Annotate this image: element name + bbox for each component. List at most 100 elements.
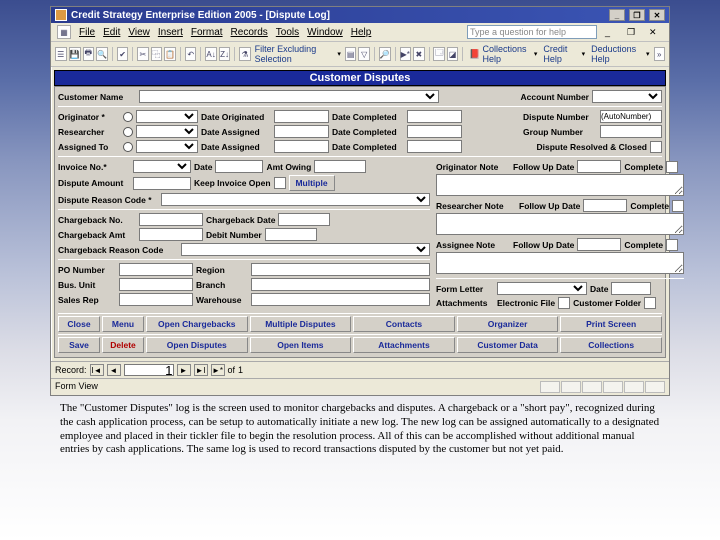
open-chargebacks-button[interactable]: Open Chargebacks — [146, 316, 248, 332]
credit-help-button[interactable]: Credit Help — [541, 44, 587, 64]
originator-note-input[interactable] — [436, 174, 684, 196]
menu-window[interactable]: Window — [307, 27, 343, 38]
date-completed-2-input[interactable] — [407, 125, 462, 138]
toolbar-overflow-icon[interactable]: » — [654, 47, 666, 61]
region-input[interactable] — [251, 263, 430, 276]
originator-input[interactable] — [136, 110, 198, 123]
view-icon[interactable]: ☰ — [55, 47, 67, 61]
account-number-input[interactable] — [592, 90, 662, 103]
complete-2-checkbox[interactable] — [672, 200, 684, 212]
minimize-button[interactable]: _ — [609, 9, 625, 21]
deductions-help-button[interactable]: Deductions Help — [589, 44, 651, 64]
dispute-resolved-checkbox[interactable] — [650, 141, 662, 153]
menu-format[interactable]: Format — [191, 27, 223, 38]
nav-last-button[interactable]: ►I — [194, 364, 208, 376]
assignee-note-input[interactable] — [436, 252, 684, 274]
nav-next-button[interactable]: ► — [177, 364, 191, 376]
nav-prev-button[interactable]: ◄ — [107, 364, 121, 376]
filter-excluding-button[interactable]: Filter Excluding Selection — [253, 44, 343, 64]
menu-edit[interactable]: Edit — [103, 27, 120, 38]
followup-2-input[interactable] — [583, 199, 627, 212]
contacts-button[interactable]: Contacts — [353, 316, 455, 332]
assigned-to-radio[interactable] — [123, 142, 133, 152]
collections-button[interactable]: Collections — [560, 337, 662, 353]
save-icon[interactable]: 💾 — [69, 47, 81, 61]
mdi-close-button[interactable]: ✕ — [649, 27, 663, 38]
object-icon[interactable]: ◪ — [447, 47, 459, 61]
paste-icon[interactable]: 📋 — [164, 47, 176, 61]
amt-owing-input[interactable] — [314, 160, 366, 173]
print-icon[interactable]: 🖶 — [83, 47, 95, 61]
dispute-amount-input[interactable] — [133, 177, 191, 190]
warehouse-input[interactable] — [251, 293, 430, 306]
originator-radio[interactable] — [123, 112, 133, 122]
menu-records[interactable]: Records — [231, 27, 268, 38]
date-assigned-2-input[interactable] — [274, 140, 329, 153]
group-number-input[interactable] — [600, 125, 662, 138]
menu-insert[interactable]: Insert — [158, 27, 183, 38]
followup-3-input[interactable] — [577, 238, 621, 251]
researcher-input[interactable] — [136, 125, 198, 138]
customer-folder-checkbox[interactable] — [644, 297, 656, 309]
researcher-radio[interactable] — [123, 127, 133, 137]
chargeback-no-input[interactable] — [139, 213, 203, 226]
form-letter-date-input[interactable] — [611, 282, 651, 295]
menu-file[interactable]: File — [79, 27, 95, 38]
date-completed-1-input[interactable] — [407, 110, 462, 123]
date-assigned-1-input[interactable] — [274, 125, 329, 138]
electronic-file-checkbox[interactable] — [558, 297, 570, 309]
assigned-to-input[interactable] — [136, 140, 198, 153]
chargeback-date-input[interactable] — [278, 213, 330, 226]
bus-unit-input[interactable] — [119, 278, 193, 291]
organizer-button[interactable]: Organizer — [457, 316, 559, 332]
print-screen-button[interactable]: Print Screen — [560, 316, 662, 332]
attachments-button[interactable]: Attachments — [353, 337, 455, 353]
nav-first-button[interactable]: I◄ — [90, 364, 104, 376]
filter-apply-icon[interactable]: ▽ — [358, 47, 370, 61]
mdi-restore-button[interactable]: ❐ — [627, 27, 641, 38]
invoice-no-input[interactable] — [133, 160, 191, 173]
save-button[interactable]: Save — [58, 337, 100, 353]
customer-name-input[interactable] — [139, 90, 439, 103]
find-icon[interactable]: 🔎 — [379, 47, 391, 61]
sort-asc-icon[interactable]: A↓ — [205, 47, 217, 61]
invoice-date-input[interactable] — [215, 160, 263, 173]
copy-icon[interactable]: ⿻ — [151, 47, 163, 61]
close-button-form[interactable]: Close — [58, 316, 100, 332]
close-button[interactable]: ✕ — [649, 9, 665, 21]
mdi-minimize-button[interactable]: _ — [605, 27, 619, 37]
restore-button[interactable]: ❐ — [629, 9, 645, 21]
menu-view[interactable]: View — [128, 27, 150, 38]
customer-data-button[interactable]: Customer Data — [457, 337, 559, 353]
keep-invoice-checkbox[interactable] — [274, 177, 286, 189]
open-items-button[interactable]: Open Items — [250, 337, 352, 353]
sort-desc-icon[interactable]: Z↓ — [219, 47, 231, 61]
multiple-disputes-button[interactable]: Multiple Disputes — [250, 316, 352, 332]
menu-button-form[interactable]: Menu — [102, 316, 144, 332]
complete-3-checkbox[interactable] — [666, 239, 678, 251]
help-search-input[interactable] — [467, 25, 597, 39]
db-window-icon[interactable]: 🗔 — [433, 47, 445, 61]
debit-number-input[interactable] — [265, 228, 317, 241]
chargeback-amt-input[interactable] — [139, 228, 203, 241]
sales-rep-input[interactable] — [119, 293, 193, 306]
undo-icon[interactable]: ↶ — [185, 47, 197, 61]
record-position-input[interactable] — [124, 364, 174, 376]
new-rec-icon[interactable]: ▶* — [400, 47, 412, 61]
complete-1-checkbox[interactable] — [666, 161, 678, 173]
app-menu-icon[interactable]: ▦ — [57, 25, 71, 39]
form-letter-input[interactable] — [497, 282, 587, 295]
dispute-reason-input[interactable] — [161, 193, 430, 206]
del-rec-icon[interactable]: ✖ — [413, 47, 425, 61]
filter-sel-icon[interactable]: ⚗ — [239, 47, 251, 61]
chargeback-reason-input[interactable] — [181, 243, 430, 256]
open-disputes-button[interactable]: Open Disputes — [146, 337, 248, 353]
nav-new-button[interactable]: ►* — [211, 364, 225, 376]
date-originated-input[interactable] — [274, 110, 329, 123]
collections-help-button[interactable]: 📕 Collections Help — [467, 44, 539, 64]
filter-form-icon[interactable]: ▤ — [345, 47, 357, 61]
preview-icon[interactable]: 🔍 — [96, 47, 108, 61]
branch-input[interactable] — [251, 278, 430, 291]
date-completed-3-input[interactable] — [407, 140, 462, 153]
multiple-button[interactable]: Multiple — [289, 175, 335, 191]
